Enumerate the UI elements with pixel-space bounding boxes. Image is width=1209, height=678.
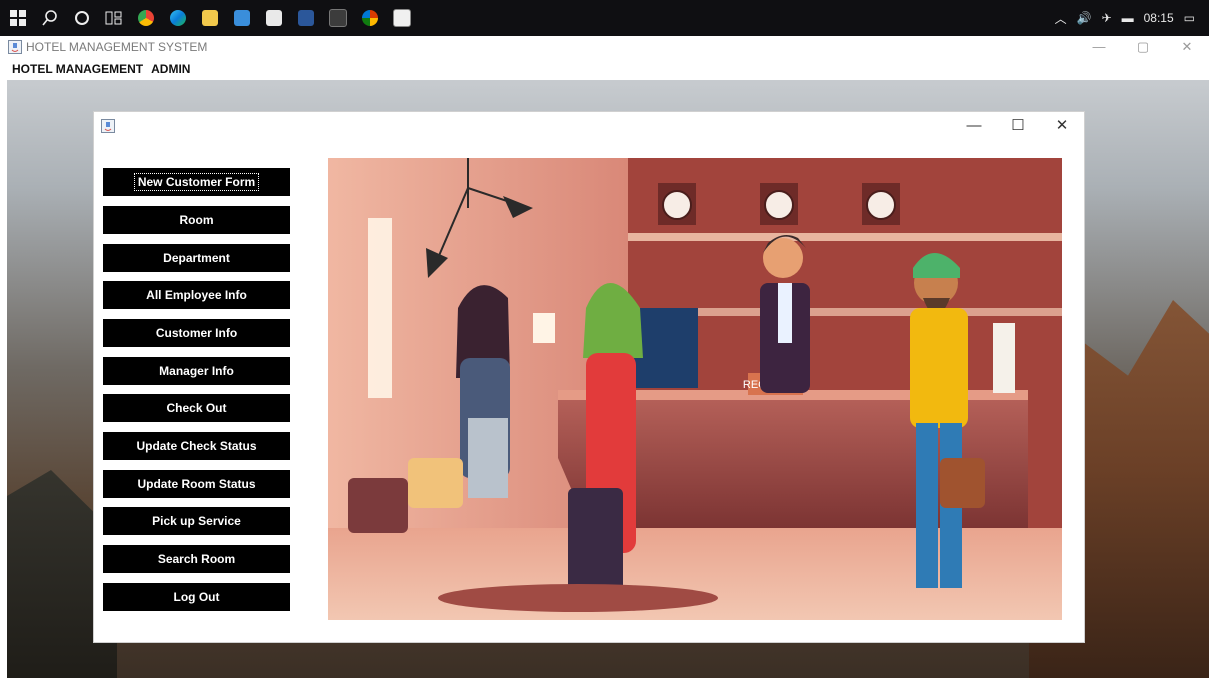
word-icon[interactable] xyxy=(296,8,316,28)
chevron-up-icon[interactable]: ︿ xyxy=(1055,10,1067,27)
office-icon[interactable] xyxy=(360,8,380,28)
terminal-icon[interactable] xyxy=(328,8,348,28)
store-icon[interactable] xyxy=(264,8,284,28)
button-label: New Customer Form xyxy=(133,173,260,191)
close-button[interactable]: ✕ xyxy=(1165,36,1209,58)
window-title: HOTEL MANAGEMENT SYSTEM xyxy=(26,40,208,54)
button-label: Search Room xyxy=(157,552,236,566)
clock[interactable]: 08:15 xyxy=(1144,11,1174,25)
button-label: Update Room Status xyxy=(137,477,256,491)
button-label: Log Out xyxy=(173,590,220,604)
search-room-button[interactable]: Search Room xyxy=(103,545,290,573)
dashboard-window: — ☐ ✕ New Customer Form Room Department … xyxy=(94,112,1084,642)
search-icon[interactable] xyxy=(40,8,60,28)
manager-info-button[interactable]: Manager Info xyxy=(103,357,290,385)
button-label: Customer Info xyxy=(155,326,238,340)
room-button[interactable]: Room xyxy=(103,206,290,234)
customer-info-button[interactable]: Customer Info xyxy=(103,319,290,347)
taskbar: ︿ 🔊 ✈ ▬ 08:15 ▭ xyxy=(0,0,1209,36)
button-label: Check Out xyxy=(166,401,227,415)
button-label: Update Check Status xyxy=(136,439,257,453)
inner-close-button[interactable]: ✕ xyxy=(1040,112,1084,140)
update-room-status-button[interactable]: Update Room Status xyxy=(103,470,290,498)
menu-hotel-management[interactable]: HOTEL MANAGEMENT xyxy=(0,62,149,76)
button-label: All Employee Info xyxy=(146,288,247,302)
minimize-button[interactable]: — xyxy=(1077,36,1121,58)
button-label: Manager Info xyxy=(159,364,234,378)
button-label: Department xyxy=(163,251,230,265)
windows-icon[interactable] xyxy=(8,8,28,28)
hotel-reception-illustration: RECEPTION xyxy=(328,158,1062,620)
battery-icon[interactable]: ▬ xyxy=(1122,11,1134,25)
mail-icon[interactable] xyxy=(232,8,252,28)
check-out-button[interactable]: Check Out xyxy=(103,394,290,422)
edge-icon[interactable] xyxy=(168,8,188,28)
update-check-status-button[interactable]: Update Check Status xyxy=(103,432,290,460)
button-label: Pick up Service xyxy=(152,514,241,528)
log-out-button[interactable]: Log Out xyxy=(103,583,290,611)
java-icon xyxy=(101,119,115,133)
notification-icon[interactable]: ▭ xyxy=(1184,11,1195,25)
cortana-icon[interactable] xyxy=(72,8,92,28)
menu-admin[interactable]: ADMIN xyxy=(149,62,196,76)
maximize-button[interactable]: ▢ xyxy=(1121,36,1165,58)
button-label: Room xyxy=(179,213,214,227)
java-icon xyxy=(8,40,22,54)
inner-maximize-button[interactable]: ☐ xyxy=(996,112,1040,140)
app-titlebar: HOTEL MANAGEMENT SYSTEM — ▢ ✕ xyxy=(0,36,1209,58)
task-view-icon[interactable] xyxy=(104,8,124,28)
all-employee-info-button[interactable]: All Employee Info xyxy=(103,281,290,309)
inner-titlebar: — ☐ ✕ xyxy=(94,112,1084,140)
inner-minimize-button[interactable]: — xyxy=(952,112,996,140)
chrome-icon[interactable] xyxy=(136,8,156,28)
department-button[interactable]: Department xyxy=(103,244,290,272)
pick-up-service-button[interactable]: Pick up Service xyxy=(103,507,290,535)
menubar: HOTEL MANAGEMENT ADMIN xyxy=(0,58,1209,80)
network-icon[interactable]: ✈ xyxy=(1102,11,1112,25)
volume-icon[interactable]: 🔊 xyxy=(1077,11,1092,25)
file-explorer-icon[interactable] xyxy=(200,8,220,28)
new-customer-form-button[interactable]: New Customer Form xyxy=(103,168,290,196)
java-icon[interactable] xyxy=(392,8,412,28)
